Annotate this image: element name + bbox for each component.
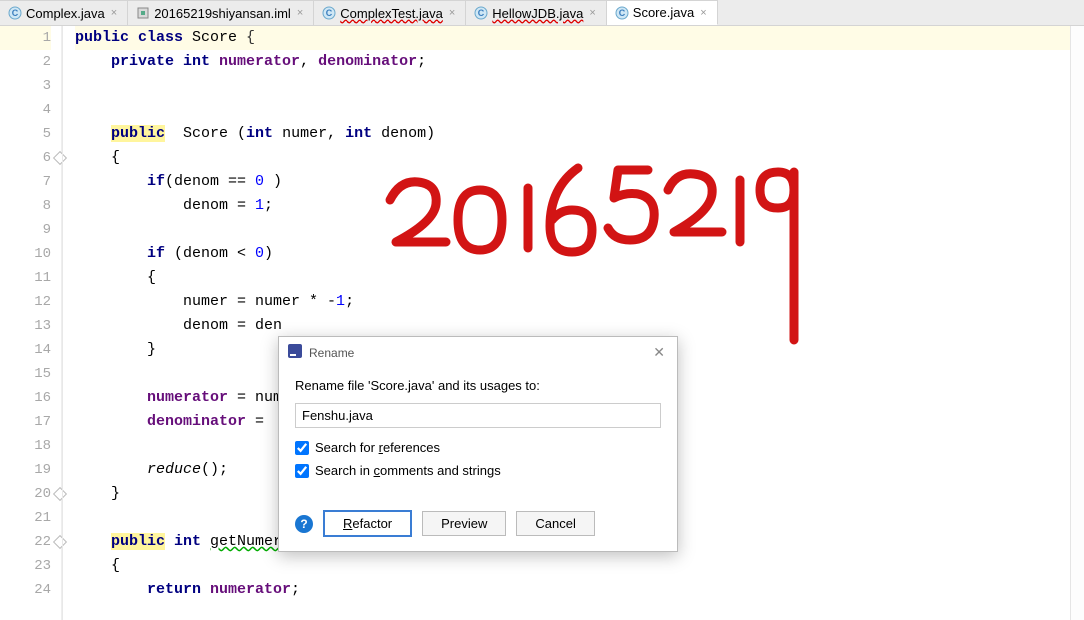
- close-icon[interactable]: ×: [589, 7, 595, 19]
- dialog-titlebar[interactable]: Rename ✕: [279, 337, 677, 368]
- search-comments-checkbox[interactable]: Search in comments and strings: [295, 463, 661, 478]
- code-line: private int numerator, denominator;: [75, 50, 1084, 74]
- line-number: 13: [0, 314, 51, 338]
- line-number: 14: [0, 338, 51, 362]
- gutter: 1 2 3 4 5 6 7 8 9 10 11 12 13 14 15 16 1…: [0, 26, 62, 620]
- code-line: {: [75, 554, 1084, 578]
- cancel-button[interactable]: Cancel: [516, 511, 594, 536]
- close-icon[interactable]: ✕: [649, 344, 669, 361]
- tab-shiyansan-iml[interactable]: 20165219shiyansan.iml ×: [128, 0, 314, 25]
- tab-label: HellowJDB.java: [492, 6, 583, 21]
- line-number: 10: [0, 242, 51, 266]
- line-number: 23: [0, 554, 51, 578]
- java-class-icon: C: [8, 6, 22, 20]
- line-number: 16: [0, 386, 51, 410]
- tab-label: 20165219shiyansan.iml: [154, 6, 291, 21]
- rename-dialog: Rename ✕ Rename file 'Score.java' and it…: [278, 336, 678, 552]
- code-line: denom = 1;: [75, 194, 1084, 218]
- line-number: 2: [0, 50, 51, 74]
- code-line: [75, 218, 1084, 242]
- code-line: return numerator;: [75, 578, 1084, 602]
- code-line: public class Score {: [75, 26, 1084, 50]
- tab-complex-java[interactable]: C Complex.java ×: [0, 0, 128, 25]
- line-number: 3: [0, 74, 51, 98]
- code-line: if(denom == 0 ): [75, 170, 1084, 194]
- close-icon[interactable]: ×: [297, 7, 303, 19]
- rename-prompt-label: Rename file 'Score.java' and its usages …: [295, 378, 661, 393]
- code-line: denom = den: [75, 314, 1084, 338]
- intellij-icon: [287, 343, 303, 362]
- line-number: 7: [0, 170, 51, 194]
- rename-input[interactable]: [295, 403, 661, 428]
- preview-button[interactable]: Preview: [422, 511, 506, 536]
- help-icon[interactable]: ?: [295, 515, 313, 533]
- code-line: numer = numer * -1;: [75, 290, 1084, 314]
- java-class-icon: C: [474, 6, 488, 20]
- code-line: if (denom < 0): [75, 242, 1084, 266]
- line-number: 5: [0, 122, 51, 146]
- line-number: 20: [0, 482, 51, 506]
- svg-text:C: C: [478, 8, 485, 18]
- line-number: 8: [0, 194, 51, 218]
- tab-label: Score.java: [633, 5, 694, 20]
- tab-complextest-java[interactable]: C ComplexTest.java ×: [314, 0, 466, 25]
- svg-text:C: C: [326, 8, 333, 18]
- close-icon[interactable]: ×: [111, 7, 117, 19]
- code-line: [75, 74, 1084, 98]
- close-icon[interactable]: ×: [449, 7, 455, 19]
- line-number: 15: [0, 362, 51, 386]
- line-number: 6: [0, 146, 51, 170]
- java-class-icon: C: [322, 6, 336, 20]
- editor-tabs: C Complex.java × 20165219shiyansan.iml ×…: [0, 0, 1084, 26]
- line-number: 11: [0, 266, 51, 290]
- java-class-icon: C: [615, 6, 629, 20]
- line-number: 21: [0, 506, 51, 530]
- code-line: {: [75, 266, 1084, 290]
- line-number: 12: [0, 290, 51, 314]
- line-number: 1: [0, 26, 51, 50]
- close-icon[interactable]: ×: [700, 7, 706, 19]
- refactor-button[interactable]: Refactor: [323, 510, 412, 537]
- checkbox[interactable]: [295, 441, 309, 455]
- iml-icon: [136, 6, 150, 20]
- dialog-title: Rename: [309, 346, 354, 360]
- line-number: 17: [0, 410, 51, 434]
- tab-hellowjdb-java[interactable]: C HellowJDB.java ×: [466, 0, 606, 25]
- editor-marker-strip: [1070, 26, 1084, 620]
- line-number: 18: [0, 434, 51, 458]
- line-number: 24: [0, 578, 51, 602]
- svg-text:C: C: [619, 8, 626, 18]
- code-line: public Score (int numer, int denom): [75, 122, 1084, 146]
- checkbox[interactable]: [295, 464, 309, 478]
- tab-score-java[interactable]: C Score.java ×: [607, 0, 718, 25]
- code-line: [75, 98, 1084, 122]
- line-number: 22: [0, 530, 51, 554]
- line-number: 9: [0, 218, 51, 242]
- tab-label: Complex.java: [26, 6, 105, 21]
- line-number: 4: [0, 98, 51, 122]
- code-line: {: [75, 146, 1084, 170]
- search-references-checkbox[interactable]: Search for references: [295, 440, 661, 455]
- line-number: 19: [0, 458, 51, 482]
- svg-text:C: C: [12, 8, 19, 18]
- tab-label: ComplexTest.java: [340, 6, 443, 21]
